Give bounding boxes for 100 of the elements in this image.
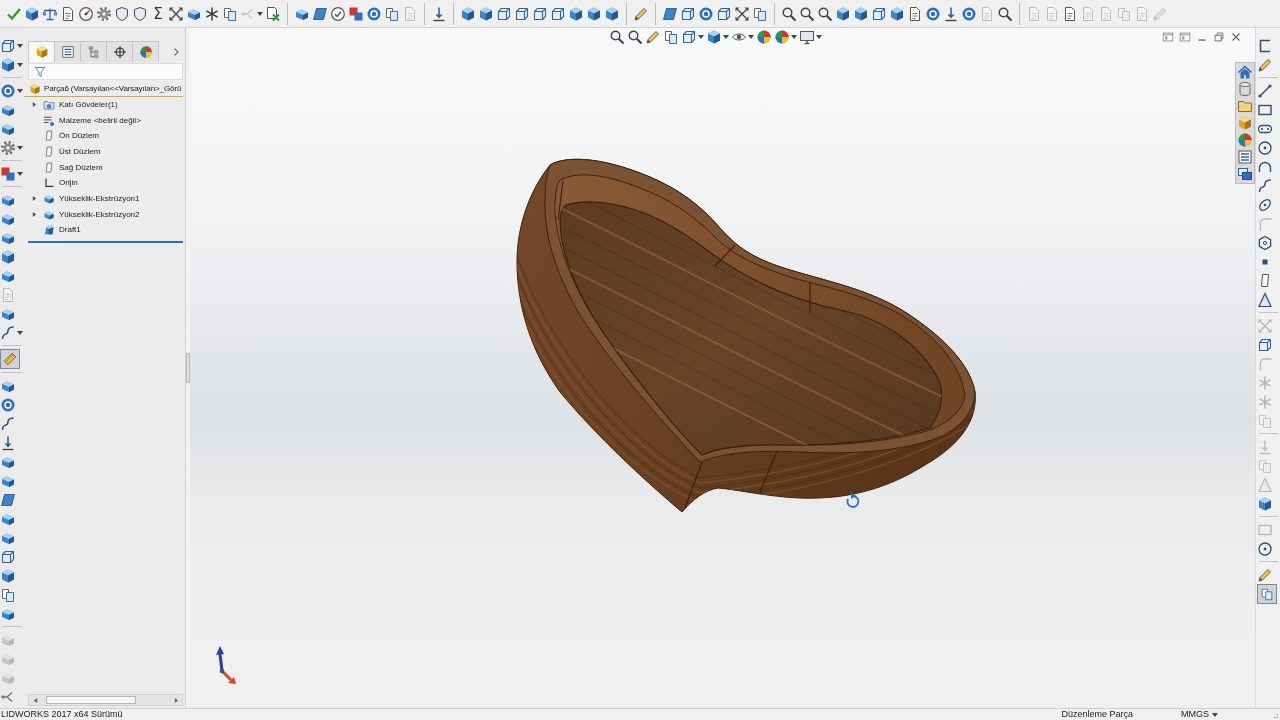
list-icon[interactable] — [1237, 149, 1253, 165]
window-icon[interactable] — [1178, 30, 1192, 44]
circle-icon[interactable] — [1257, 540, 1273, 557]
tree-item[interactable]: Malzeme <belirli değil> — [59, 115, 141, 126]
panel-tab[interactable] — [106, 41, 133, 62]
pages-icon[interactable] — [1257, 584, 1277, 604]
gauge-icon[interactable] — [78, 5, 94, 22]
magnifier-icon[interactable] — [609, 29, 625, 45]
magnifier-icon[interactable] — [781, 5, 797, 22]
triangle-icon[interactable] — [1257, 291, 1273, 308]
pages-icon[interactable] — [384, 5, 400, 22]
squares-icon[interactable] — [0, 165, 16, 182]
pencil-icon[interactable] — [633, 5, 649, 22]
disc-icon[interactable] — [0, 396, 16, 413]
panel-tab[interactable] — [28, 41, 55, 62]
left-arrow-icon[interactable] — [33, 696, 38, 704]
filter-field[interactable] — [28, 63, 183, 80]
units-selector[interactable]: MMGS — [1181, 709, 1218, 720]
cube-icon[interactable] — [835, 5, 851, 22]
expand-arrow-icon[interactable] — [31, 211, 37, 219]
curve-icon[interactable] — [1257, 177, 1273, 194]
gear-icon[interactable] — [0, 139, 16, 156]
squares-icon[interactable] — [348, 5, 364, 22]
sheet-icon[interactable] — [0, 491, 16, 508]
caret-icon[interactable] — [17, 171, 23, 176]
expand-arrow-icon[interactable] — [31, 101, 37, 109]
cube-icon[interactable] — [0, 56, 16, 73]
caret-icon[interactable] — [17, 330, 23, 335]
page-icon[interactable] — [1062, 5, 1078, 22]
caret-icon[interactable] — [816, 35, 822, 39]
tree-item[interactable]: Sağ Düzlem — [59, 162, 103, 173]
cube-icon[interactable] — [460, 5, 476, 22]
tree-item[interactable]: Katı Gövdeler(1) — [59, 99, 118, 110]
window-icon[interactable] — [1161, 30, 1175, 44]
magnifier-icon[interactable] — [817, 5, 833, 22]
shield-icon[interactable] — [132, 5, 148, 22]
color-ball-icon[interactable] — [1237, 132, 1253, 148]
tree-item[interactable]: Üst Düzlem — [59, 146, 101, 157]
magnifier-icon[interactable] — [799, 5, 815, 22]
monitor-icon[interactable] — [799, 29, 815, 45]
cube-icon[interactable] — [586, 5, 602, 22]
page-icon[interactable] — [60, 5, 76, 22]
check-circle-icon[interactable] — [330, 5, 346, 22]
wire-cube-icon[interactable] — [716, 5, 732, 22]
color-ball-icon[interactable] — [774, 29, 790, 45]
caret-icon[interactable] — [17, 43, 23, 48]
pages-icon[interactable] — [752, 5, 768, 22]
wire-cube-icon[interactable] — [871, 5, 887, 22]
cube-icon[interactable] — [706, 29, 722, 45]
cube-icon[interactable] — [24, 5, 40, 22]
splitter-handle[interactable] — [186, 353, 190, 383]
rollback-bar[interactable] — [28, 241, 183, 244]
pages-icon[interactable] — [222, 5, 238, 22]
caret-icon[interactable] — [17, 62, 23, 67]
ellipse-icon[interactable] — [1257, 196, 1273, 213]
cube-icon[interactable] — [478, 5, 494, 22]
wire-cube-icon[interactable] — [1257, 336, 1273, 353]
line-icon[interactable] — [1257, 82, 1273, 99]
tree-item[interactable]: Orijin — [59, 178, 78, 189]
cube-icon[interactable] — [853, 5, 869, 22]
disc-icon[interactable] — [0, 82, 16, 99]
magnifier-icon[interactable] — [997, 5, 1013, 22]
wire-cube-icon[interactable] — [532, 5, 548, 22]
horizontal-scrollbar[interactable] — [28, 694, 183, 706]
curve-icon[interactable] — [0, 324, 16, 341]
task-pane-tabs[interactable] — [1235, 62, 1255, 184]
sheet-icon[interactable] — [312, 5, 328, 22]
disc-icon[interactable] — [366, 5, 382, 22]
cube-icon[interactable] — [1257, 495, 1273, 512]
circle-icon[interactable] — [1257, 139, 1273, 156]
folder-icon[interactable] — [1237, 98, 1253, 114]
cube-icon[interactable] — [604, 5, 620, 22]
disc-icon[interactable] — [961, 5, 977, 22]
wire-cube-icon[interactable] — [681, 29, 697, 45]
down-arrow-icon[interactable] — [431, 5, 447, 22]
page-x-icon[interactable] — [265, 5, 281, 22]
cross-arrows-icon[interactable] — [734, 5, 750, 22]
curve-icon[interactable] — [0, 415, 16, 432]
scrollbar-thumb[interactable] — [46, 696, 136, 704]
restore-icon[interactable] — [1212, 30, 1226, 44]
wire-cube-icon[interactable] — [496, 5, 512, 22]
caret-icon[interactable] — [17, 145, 23, 150]
tree-item[interactable]: Yükseklik-Ekstrüzyon1 — [59, 193, 140, 204]
cube-icon[interactable] — [0, 567, 16, 584]
cube-icon[interactable] — [568, 5, 584, 22]
caret-icon[interactable] — [17, 88, 23, 93]
wire-cube-icon[interactable] — [0, 548, 16, 565]
pencil-icon[interactable] — [1257, 566, 1273, 583]
hexagon-icon[interactable] — [1257, 234, 1273, 251]
magnifier-icon[interactable] — [627, 29, 643, 45]
pencil-icon[interactable] — [645, 29, 661, 45]
page-icon[interactable] — [907, 5, 923, 22]
balance-icon[interactable] — [42, 5, 58, 22]
pencil-icon[interactable] — [1257, 56, 1273, 73]
wire-cube-icon[interactable] — [550, 5, 566, 22]
sheet-icon[interactable] — [662, 5, 678, 22]
asterisk-icon[interactable] — [204, 5, 220, 22]
cross-arrows-icon[interactable] — [168, 5, 184, 22]
wire-cube-icon[interactable] — [680, 5, 696, 22]
caret-icon[interactable] — [698, 35, 704, 39]
